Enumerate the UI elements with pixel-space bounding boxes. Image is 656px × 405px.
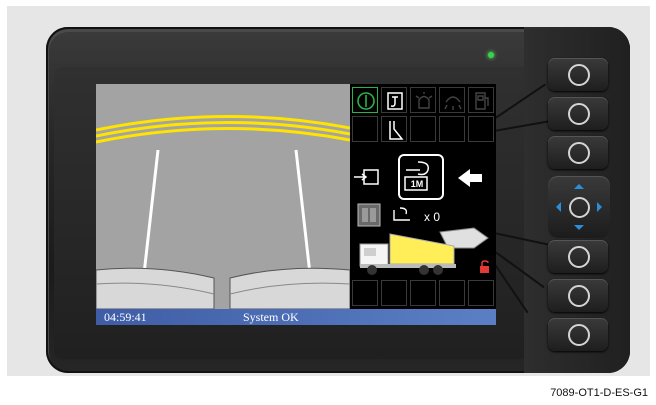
eject-icon [354,169,379,185]
hook-lift-icon[interactable] [381,87,407,113]
softkey-3-button[interactable] [548,136,608,169]
power-status-icon[interactable] [352,87,378,113]
unlock-icon [480,260,489,273]
camera-scene [96,84,351,310]
softkey-6-button[interactable] [548,318,608,351]
arrow-right-icon[interactable] [597,202,607,212]
circle-icon [568,64,590,86]
empty-slot [410,116,436,142]
power-led [488,52,494,58]
warning-icon-row-2 [352,116,494,142]
softkey-2-button[interactable] [548,97,608,130]
empty-slot [439,116,465,142]
circle-icon [568,246,590,268]
beacon-icon[interactable] [410,87,436,113]
empty-slot [352,280,378,306]
hook-icon [406,161,430,176]
work-light-icon[interactable] [439,87,465,113]
nav-pad[interactable] [548,176,610,238]
fuel-icon[interactable] [468,87,494,113]
container-count: x 0 [424,210,441,224]
figure-caption: 7089-OT1-D-ES-G1 [550,387,648,399]
tailgate-icon[interactable] [381,116,407,142]
softkey-5-button[interactable] [548,279,608,312]
arrow-left-indicator-icon [458,169,482,187]
arrow-up-icon[interactable] [574,179,584,189]
lift-icon [393,207,410,221]
warning-icon-row-1 [352,87,494,113]
hopper-size-label: 1M [410,179,424,189]
circle-icon [568,324,590,346]
rear-camera-view [96,84,351,310]
empty-slot [410,280,436,306]
arrow-left-icon[interactable] [551,202,561,212]
empty-slot [468,280,494,306]
display-screen: 1M x 0 04:59:41 System OK [96,84,496,325]
bin-icon [357,203,381,227]
status-time: 04:59:41 [104,310,147,324]
empty-slot [439,280,465,306]
status-bar: 04:59:41 System OK [96,309,496,325]
empty-slot [468,116,494,142]
arrow-down-icon[interactable] [574,225,584,235]
softkey-1-button[interactable] [548,58,608,91]
circle-icon [568,142,590,164]
circle-icon [568,103,590,125]
status-text: System OK [243,310,299,324]
circle-icon [568,285,590,307]
container-info [357,203,410,227]
empty-slot [381,280,407,306]
truck-illustration [359,227,489,275]
softkey-4-button[interactable] [548,240,608,273]
icon-row-bottom [352,280,494,306]
circle-icon [569,197,590,218]
empty-slot [352,116,378,142]
